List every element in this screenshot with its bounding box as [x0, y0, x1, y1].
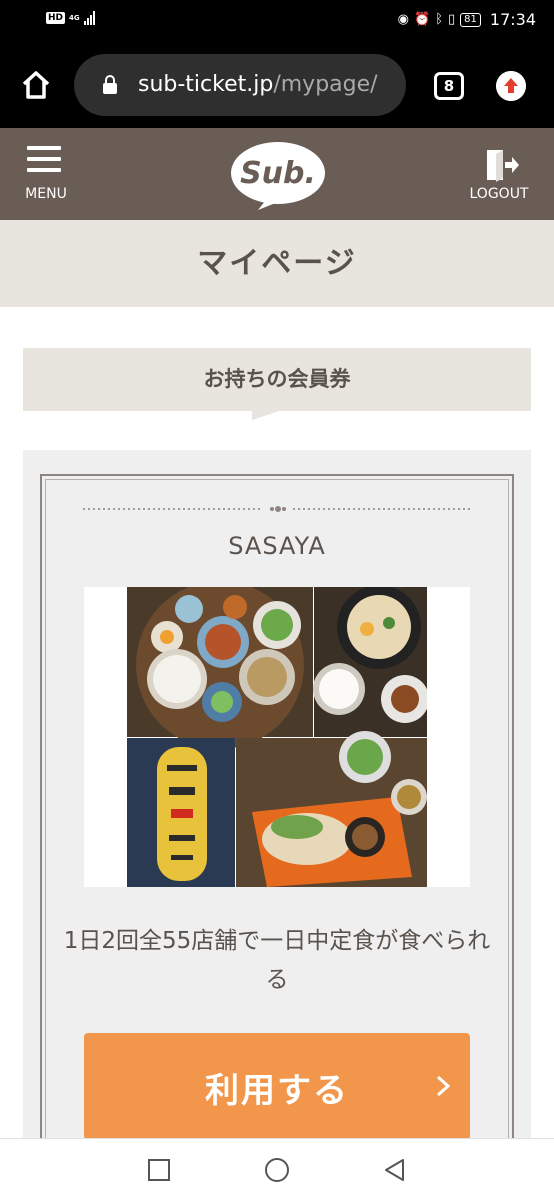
menu-button[interactable]: MENU: [18, 146, 74, 210]
membership-ticket-card: SASAYA 1日2回全55店舗で一日中定食が食べられる 利用する: [23, 450, 531, 1164]
svg-text:Sub.: Sub.: [240, 156, 316, 191]
site-header: MENU Sub. LOGOUT: [0, 128, 554, 220]
address-bar[interactable]: sub-ticket.jp/mypage/: [74, 54, 406, 116]
dotted-ornament: [83, 506, 473, 512]
system-navigation-bar: [0, 1138, 554, 1200]
logout-label: LOGOUT: [469, 186, 529, 202]
back-icon[interactable]: [382, 1157, 408, 1183]
lock-icon: [103, 75, 117, 94]
hamburger-icon: [27, 146, 61, 179]
system-indicators: ◉ ⏰ ᛒ ▯ 81 17:34: [398, 10, 536, 29]
logout-button[interactable]: LOGOUT: [464, 148, 534, 210]
page-title: マイページ: [0, 220, 554, 307]
battery-icon: 81: [460, 12, 481, 27]
ticket-name: SASAYA: [228, 532, 326, 560]
update-icon[interactable]: [496, 71, 526, 101]
ticket-description: 1日2回全55店舗で一日中定食が食べられる: [63, 928, 491, 993]
menu-label: MENU: [25, 186, 67, 202]
sub-logo[interactable]: Sub.: [228, 140, 328, 210]
vibrate-icon: ▯: [448, 12, 456, 27]
status-bar: HD 4G ◉ ⏰ ᛒ ▯ 81 17:34: [0, 0, 554, 42]
network-indicators: HD 4G: [46, 11, 95, 25]
use-ticket-button[interactable]: 利用する: [84, 1033, 470, 1140]
url-domain: sub-ticket.jp: [138, 72, 274, 97]
section-heading: お持ちの会員券: [23, 348, 531, 411]
ticket-image-frame: [84, 587, 470, 887]
clock: 17:34: [489, 10, 536, 29]
bluetooth-icon: ᛒ: [435, 12, 443, 27]
browser-toolbar: sub-ticket.jp/mypage/ 8: [0, 42, 554, 128]
chevron-right-icon: [436, 1075, 450, 1097]
hd-badge: HD: [46, 12, 66, 24]
home-nav-icon[interactable]: [264, 1157, 290, 1183]
recent-apps-icon[interactable]: [146, 1157, 172, 1183]
logout-icon: [487, 150, 519, 182]
home-icon[interactable]: [20, 69, 52, 101]
url-path: /mypage/: [273, 72, 378, 97]
eye-comfort-icon: ◉: [397, 12, 409, 27]
alarm-icon: ⏰: [414, 12, 431, 27]
signal-icon: [83, 11, 95, 25]
network-type: 4G: [69, 13, 80, 22]
food-collage-image: [127, 587, 427, 887]
heading-pointer: [252, 410, 282, 420]
tab-switcher-button[interactable]: 8: [434, 72, 464, 100]
use-button-label: 利用する: [205, 1071, 349, 1111]
url-text: sub-ticket.jp/mypage/: [138, 72, 378, 97]
